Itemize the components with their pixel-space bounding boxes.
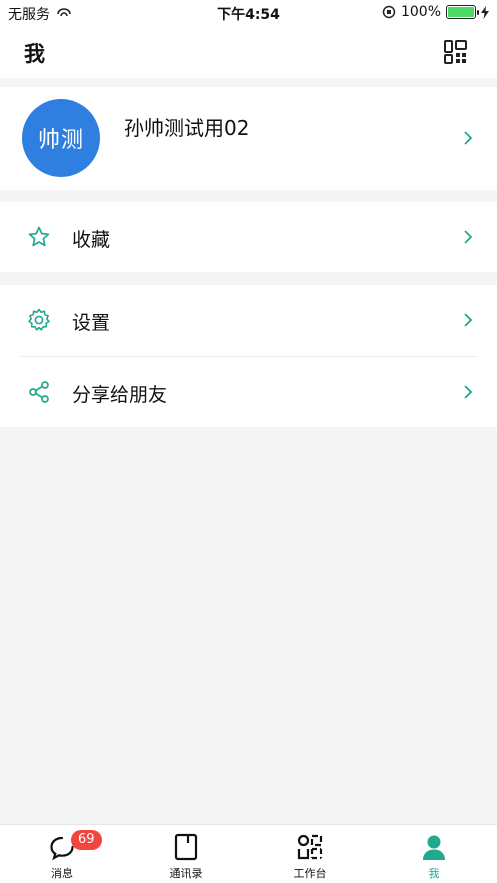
chevron-right-icon [464,131,473,145]
page-title: 我 [24,42,45,66]
chevron-right-icon [464,230,473,244]
tab-label: 我 [428,867,440,880]
tab-label: 工作台 [293,867,327,880]
tab-messages[interactable]: 69 消息 [0,825,124,883]
nav-bar: 我 [0,26,497,78]
avatar: 帅测 [22,99,100,177]
unread-badge: 69 [71,830,102,850]
qr-code-button[interactable] [443,39,469,65]
favorites-section: 收藏 [0,202,497,272]
battery-icon [446,5,479,19]
tab-label: 消息 [51,867,73,880]
person-icon [423,835,445,860]
battery-percent: 100% [400,4,441,20]
tab-workbench[interactable]: 工作台 [248,825,372,883]
status-right: 100% [382,4,489,20]
orientation-lock-icon [382,5,396,19]
profile-name: 孙帅测试用02 [124,116,250,140]
settings-section: 设置 分享给朋友 [0,285,497,427]
menu-item-settings[interactable]: 设置 [0,285,497,355]
charging-icon [481,5,489,19]
chevron-right-icon [464,385,473,399]
star-icon [28,226,50,247]
status-bar: 无服务 下午4:54 100% [0,0,497,26]
tab-bar: 69 消息 通讯录 工作台 我 [0,824,497,883]
tab-contacts[interactable]: 通讯录 [124,825,248,883]
tab-me[interactable]: 我 [372,825,496,883]
share-icon [29,381,49,403]
address-book-icon [174,833,198,861]
menu-item-label: 收藏 [72,229,111,251]
profile-card[interactable]: 帅测 孙帅测试用02 [0,87,497,190]
menu-item-label: 分享给朋友 [72,384,168,406]
grid-apps-icon [297,834,323,860]
menu-item-label: 设置 [72,312,111,334]
menu-item-favorites[interactable]: 收藏 [0,202,497,272]
gear-icon [28,308,50,331]
menu-item-share[interactable]: 分享给朋友 [0,357,497,427]
chevron-right-icon [464,313,473,327]
tab-label: 通讯录 [169,867,203,880]
